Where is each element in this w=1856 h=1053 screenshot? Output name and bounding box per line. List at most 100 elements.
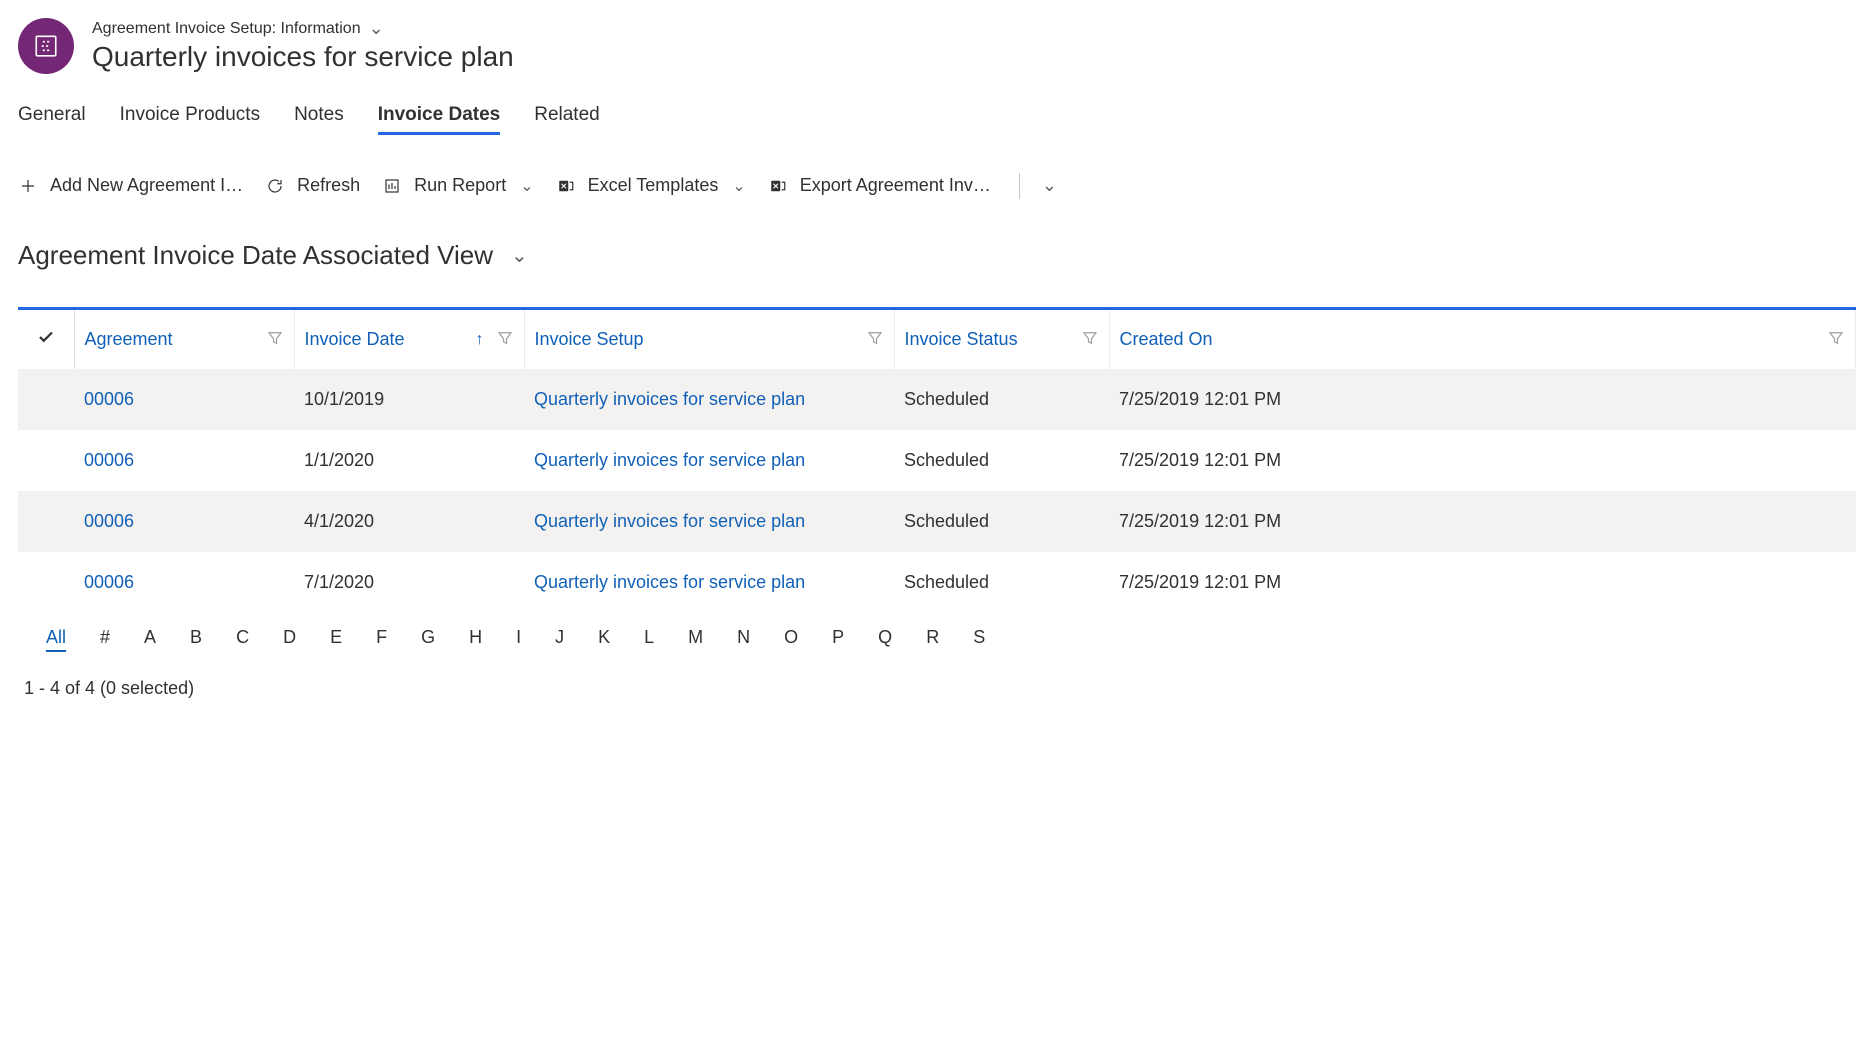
- alpha-filter-item[interactable]: #: [100, 627, 110, 652]
- alpha-filter-item[interactable]: L: [644, 627, 654, 652]
- view-selector[interactable]: Agreement Invoice Date Associated View ⌄: [18, 240, 1856, 271]
- column-label: Invoice Setup: [535, 329, 644, 350]
- alpha-filter-item[interactable]: C: [236, 627, 249, 652]
- alpha-filter-item[interactable]: D: [283, 627, 296, 652]
- alpha-filter-item[interactable]: J: [555, 627, 564, 652]
- run-report-label: Run Report: [414, 175, 506, 196]
- filter-icon[interactable]: [1827, 329, 1845, 350]
- alpha-filter-item[interactable]: E: [330, 627, 342, 652]
- tab-invoice-products[interactable]: Invoice Products: [120, 104, 260, 135]
- refresh-button[interactable]: Refresh: [265, 171, 374, 200]
- alpha-filter-item[interactable]: P: [832, 627, 844, 652]
- column-label: Created On: [1120, 329, 1213, 350]
- filter-icon[interactable]: [496, 329, 514, 350]
- column-label: Invoice Date: [305, 329, 405, 350]
- alpha-filter-item[interactable]: I: [516, 627, 521, 652]
- row-checkbox[interactable]: [18, 491, 74, 552]
- select-all-checkbox[interactable]: [18, 310, 74, 369]
- alpha-filter-item[interactable]: F: [376, 627, 387, 652]
- add-new-button[interactable]: Add New Agreement I…: [18, 171, 257, 200]
- cell-invoice-status: Scheduled: [894, 552, 1109, 613]
- cell-invoice-setup[interactable]: Quarterly invoices for service plan: [524, 552, 894, 613]
- excel-icon: [768, 176, 788, 196]
- row-checkbox[interactable]: [18, 430, 74, 491]
- filter-icon[interactable]: [266, 329, 284, 350]
- alpha-filter-item[interactable]: G: [421, 627, 435, 652]
- excel-templates-button[interactable]: Excel Templates ⌄: [556, 171, 760, 200]
- data-grid: Agreement Invoice Date ↑: [18, 307, 1856, 666]
- alpha-filter-item[interactable]: K: [598, 627, 610, 652]
- tab-general[interactable]: General: [18, 104, 86, 135]
- command-overflow-button[interactable]: ⌄: [1034, 171, 1065, 200]
- alpha-filter-item[interactable]: B: [190, 627, 202, 652]
- refresh-label: Refresh: [297, 175, 360, 196]
- export-button[interactable]: Export Agreement Inv…: [768, 171, 1005, 200]
- table-row[interactable]: 000064/1/2020Quarterly invoices for serv…: [18, 491, 1856, 552]
- cell-created-on: 7/25/2019 12:01 PM: [1109, 369, 1856, 430]
- alpha-filter-item[interactable]: Q: [878, 627, 892, 652]
- table-row[interactable]: 0000610/1/2019Quarterly invoices for ser…: [18, 369, 1856, 430]
- filter-icon[interactable]: [866, 329, 884, 350]
- chevron-down-icon: ⌄: [511, 243, 528, 268]
- table-row[interactable]: 000067/1/2020Quarterly invoices for serv…: [18, 552, 1856, 613]
- tab-related[interactable]: Related: [534, 104, 600, 135]
- excel-templates-label: Excel Templates: [588, 175, 719, 196]
- sort-asc-icon: ↑: [476, 331, 484, 349]
- cell-agreement[interactable]: 00006: [74, 491, 294, 552]
- plus-icon: [18, 176, 38, 196]
- tab-invoice-dates[interactable]: Invoice Dates: [378, 104, 501, 135]
- excel-icon: [556, 176, 576, 196]
- tab-notes[interactable]: Notes: [294, 104, 344, 135]
- cell-invoice-setup[interactable]: Quarterly invoices for service plan: [524, 369, 894, 430]
- column-label: Agreement: [85, 329, 173, 350]
- cell-invoice-setup[interactable]: Quarterly invoices for service plan: [524, 430, 894, 491]
- column-label: Invoice Status: [905, 329, 1018, 350]
- chevron-down-icon: ⌄: [1042, 175, 1057, 195]
- alpha-filter-item[interactable]: A: [144, 627, 156, 652]
- column-header-created-on[interactable]: Created On: [1109, 310, 1856, 369]
- cell-invoice-date: 4/1/2020: [294, 491, 524, 552]
- cell-invoice-date: 1/1/2020: [294, 430, 524, 491]
- cell-invoice-status: Scheduled: [894, 369, 1109, 430]
- cell-invoice-date: 7/1/2020: [294, 552, 524, 613]
- cell-created-on: 7/25/2019 12:01 PM: [1109, 430, 1856, 491]
- cell-created-on: 7/25/2019 12:01 PM: [1109, 491, 1856, 552]
- alpha-filter-item[interactable]: O: [784, 627, 798, 652]
- row-checkbox[interactable]: [18, 369, 74, 430]
- tab-bar: General Invoice Products Notes Invoice D…: [18, 104, 1856, 135]
- column-header-invoice-setup[interactable]: Invoice Setup: [524, 310, 894, 369]
- column-header-invoice-status[interactable]: Invoice Status: [894, 310, 1109, 369]
- chevron-down-icon: ⌄: [520, 176, 533, 196]
- alpha-filter-bar: All # A B C D E F G H I J K L M N O P Q R S: [18, 613, 1856, 666]
- cell-invoice-setup[interactable]: Quarterly invoices for service plan: [524, 491, 894, 552]
- cell-agreement[interactable]: 00006: [74, 369, 294, 430]
- cell-invoice-status: Scheduled: [894, 491, 1109, 552]
- record-count-status: 1 - 4 of 4 (0 selected): [18, 666, 1856, 699]
- export-label: Export Agreement Inv…: [800, 175, 991, 196]
- alpha-filter-item[interactable]: All: [46, 627, 66, 652]
- view-title-label: Agreement Invoice Date Associated View: [18, 240, 493, 271]
- add-new-label: Add New Agreement I…: [50, 175, 243, 196]
- cell-agreement[interactable]: 00006: [74, 430, 294, 491]
- cell-invoice-status: Scheduled: [894, 430, 1109, 491]
- refresh-icon: [265, 176, 285, 196]
- breadcrumb-label: Agreement Invoice Setup: Information: [92, 20, 361, 38]
- filter-icon[interactable]: [1081, 329, 1099, 350]
- column-header-invoice-date[interactable]: Invoice Date ↑: [294, 310, 524, 369]
- alpha-filter-item[interactable]: R: [926, 627, 939, 652]
- breadcrumb[interactable]: Agreement Invoice Setup: Information ⌄: [92, 18, 514, 39]
- chevron-down-icon: ⌄: [732, 176, 745, 196]
- table-row[interactable]: 000061/1/2020Quarterly invoices for serv…: [18, 430, 1856, 491]
- alpha-filter-item[interactable]: N: [737, 627, 750, 652]
- report-icon: [382, 176, 402, 196]
- row-checkbox[interactable]: [18, 552, 74, 613]
- command-separator: [1019, 173, 1020, 199]
- alpha-filter-item[interactable]: M: [688, 627, 703, 652]
- alpha-filter-item[interactable]: S: [973, 627, 985, 652]
- alpha-filter-item[interactable]: H: [469, 627, 482, 652]
- column-header-agreement[interactable]: Agreement: [74, 310, 294, 369]
- cell-invoice-date: 10/1/2019: [294, 369, 524, 430]
- cell-agreement[interactable]: 00006: [74, 552, 294, 613]
- cell-created-on: 7/25/2019 12:01 PM: [1109, 552, 1856, 613]
- run-report-button[interactable]: Run Report ⌄: [382, 171, 547, 200]
